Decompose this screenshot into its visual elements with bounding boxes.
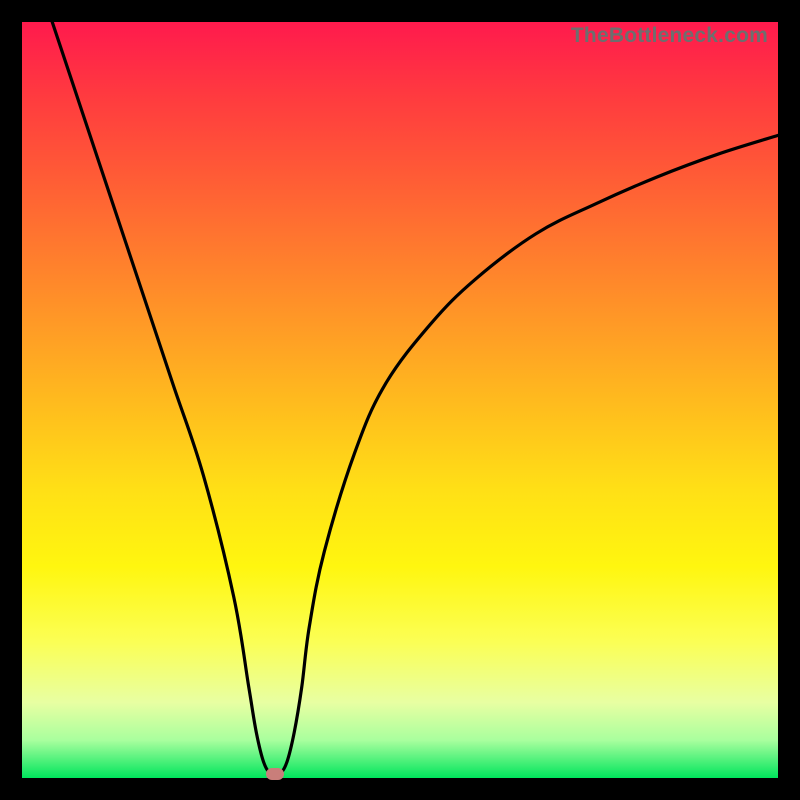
optimal-point-marker (266, 768, 284, 780)
plot-area: TheBottleneck.com (22, 22, 778, 778)
bottleneck-curve (22, 22, 778, 778)
chart-frame: TheBottleneck.com (0, 0, 800, 800)
